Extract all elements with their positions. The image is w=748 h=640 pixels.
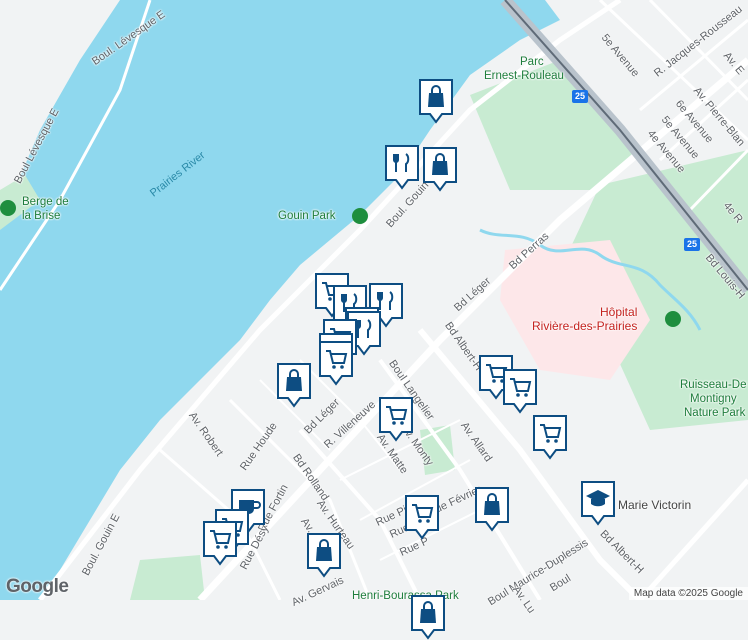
grocery-cart-marker[interactable] bbox=[318, 340, 354, 386]
shopping-bag-marker[interactable] bbox=[418, 78, 454, 124]
grocery-cart-marker[interactable] bbox=[404, 494, 440, 540]
grocery-cart-icon bbox=[405, 495, 439, 540]
place-label: Marie Victorin bbox=[618, 498, 692, 512]
park-label: Berge de bbox=[22, 196, 69, 208]
grocery-cart-icon bbox=[319, 341, 353, 386]
grocery-cart-icon bbox=[503, 369, 537, 414]
grocery-cart-marker[interactable] bbox=[532, 414, 568, 460]
park-label: Gouin Park bbox=[278, 210, 336, 222]
nature-park-label: Ruisseau-De bbox=[680, 379, 747, 391]
shopping-bag-icon bbox=[307, 533, 341, 578]
grocery-cart-marker[interactable] bbox=[502, 368, 538, 414]
hospital-label: Hôpital bbox=[600, 305, 638, 319]
shopping-bag-icon bbox=[475, 487, 509, 532]
shopping-bag-icon bbox=[423, 147, 457, 192]
grocery-cart-icon bbox=[533, 415, 567, 460]
shopping-bag-marker[interactable] bbox=[410, 594, 446, 640]
highway-shield-icon: 25 bbox=[572, 90, 588, 103]
school-icon bbox=[581, 481, 615, 526]
grocery-cart-marker[interactable] bbox=[202, 520, 238, 566]
shopping-bag-icon bbox=[277, 363, 311, 408]
highway-shield-icon: 25 bbox=[684, 238, 700, 251]
park-label: la Brise bbox=[22, 210, 61, 222]
grocery-cart-icon bbox=[203, 521, 237, 566]
shopping-bag-marker[interactable] bbox=[276, 362, 312, 408]
restaurant-marker[interactable] bbox=[384, 144, 420, 190]
grocery-cart-marker[interactable] bbox=[378, 396, 414, 442]
shopping-bag-icon bbox=[411, 595, 445, 640]
restaurant-icon bbox=[385, 145, 419, 190]
nature-park-label: Montigny bbox=[690, 393, 737, 405]
park-label: Ernest-Rouleau bbox=[484, 70, 564, 82]
map-attribution: Map data ©2025 Google bbox=[628, 587, 748, 600]
park-pin-icon[interactable] bbox=[352, 208, 368, 224]
google-logo: Google bbox=[6, 576, 69, 597]
shopping-bag-marker[interactable] bbox=[422, 146, 458, 192]
hospital-label: Rivière-des-Prairies bbox=[532, 319, 638, 333]
park-pin-icon[interactable] bbox=[0, 200, 16, 216]
shopping-bag-marker[interactable] bbox=[306, 532, 342, 578]
park-area bbox=[130, 555, 205, 600]
shopping-bag-icon bbox=[419, 79, 453, 124]
shopping-bag-marker[interactable] bbox=[474, 486, 510, 532]
grocery-cart-icon bbox=[379, 397, 413, 442]
park-label: Parc bbox=[520, 56, 544, 68]
school-marker[interactable] bbox=[580, 480, 616, 526]
hospital-pin-icon[interactable] bbox=[665, 311, 681, 327]
nature-park-label: Nature Park bbox=[684, 407, 746, 419]
